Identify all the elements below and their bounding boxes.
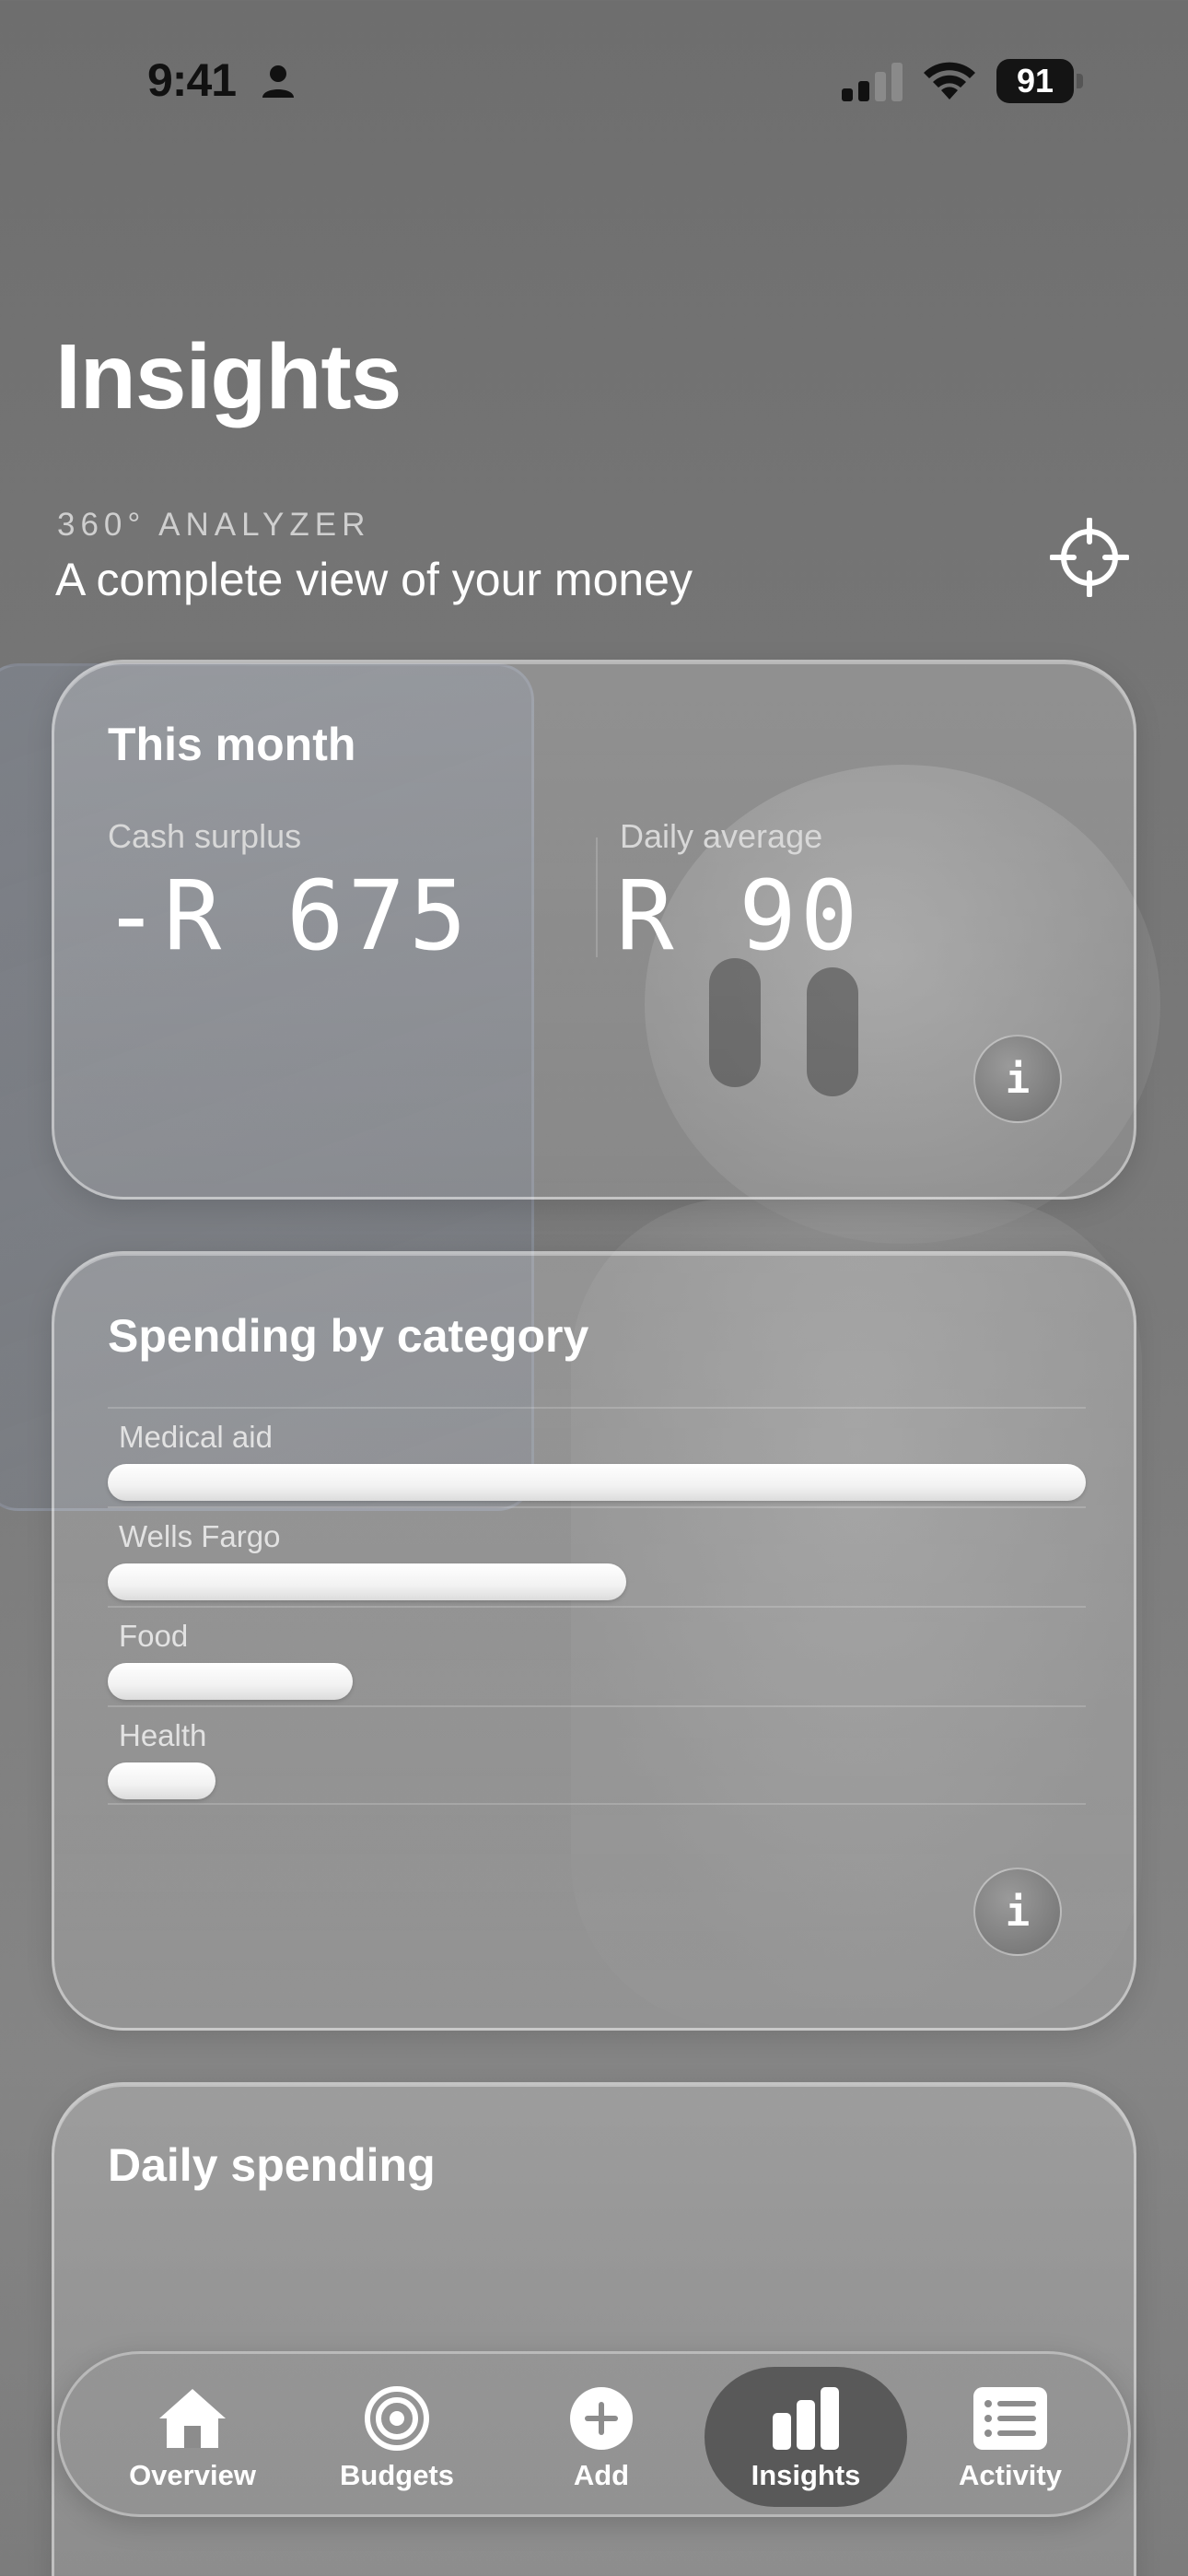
wifi-icon	[924, 62, 975, 100]
tab-label: Budgets	[340, 2459, 454, 2491]
category-label: Wells Fargo	[119, 1519, 281, 1553]
target-icon	[365, 2386, 429, 2451]
tab-label: Insights	[751, 2459, 861, 2491]
house-icon	[159, 2389, 226, 2448]
category-row[interactable]: Food	[108, 1606, 1086, 1705]
spending-info-button[interactable]: i	[973, 1868, 1062, 1956]
category-row[interactable]: Wells Fargo	[108, 1506, 1086, 1606]
plus-circle-icon	[570, 2387, 633, 2450]
daily-spending-title: Daily spending	[108, 2139, 436, 2191]
analyzer-kicker: 360° ANALYZER	[57, 507, 371, 543]
page-title: Insights	[55, 325, 402, 428]
cash-surplus-label: Cash surplus	[108, 817, 302, 855]
this-month-info-button[interactable]: i	[973, 1035, 1062, 1123]
tab-insights[interactable]: Insights	[705, 2367, 907, 2507]
spending-by-category-card[interactable]: Spending by category Medical aid Wells Fa…	[52, 1251, 1136, 2031]
category-label: Medical aid	[119, 1420, 273, 1454]
category-row[interactable]: Medical aid	[108, 1407, 1086, 1506]
battery-indicator: 91	[996, 59, 1083, 103]
category-label: Food	[119, 1619, 189, 1653]
analyzer-subtitle: A complete view of your money	[55, 554, 693, 605]
this-month-card[interactable]: This month Cash surplus -R 675 Daily ave…	[52, 660, 1136, 1200]
daily-average-value: R 90	[616, 860, 862, 972]
category-bar	[108, 1563, 626, 1600]
person-icon	[262, 65, 294, 98]
category-row[interactable]: Health	[108, 1705, 1086, 1805]
bar-chart-icon	[773, 2387, 839, 2450]
status-time: 9:41	[147, 54, 237, 106]
status-bar: 9:41 91	[0, 0, 1188, 157]
spending-by-category-title: Spending by category	[108, 1310, 589, 1362]
tab-label: Add	[573, 2459, 630, 2491]
crosshair-icon[interactable]	[1050, 518, 1129, 597]
tab-add[interactable]: Add	[500, 2367, 703, 2507]
daily-average-label: Daily average	[620, 817, 823, 855]
cellular-signal-icon	[842, 63, 903, 101]
cash-surplus-value: -R 675	[102, 860, 471, 972]
battery-cap	[1077, 74, 1083, 88]
tab-budgets[interactable]: Budgets	[296, 2367, 498, 2507]
tab-activity[interactable]: Activity	[909, 2367, 1112, 2507]
tab-bar: Overview Budgets Add Insights Activity	[57, 2351, 1131, 2517]
category-label: Health	[119, 1718, 207, 1752]
category-bar	[108, 1663, 353, 1700]
this-month-title: This month	[108, 719, 356, 770]
tab-label: Overview	[129, 2459, 256, 2491]
category-bar	[108, 1762, 215, 1799]
category-bar	[108, 1464, 1086, 1501]
tab-overview[interactable]: Overview	[91, 2367, 294, 2507]
list-icon	[973, 2387, 1047, 2450]
metric-divider	[596, 837, 598, 957]
tab-label: Activity	[959, 2459, 1062, 2491]
battery-level: 91	[996, 59, 1074, 103]
